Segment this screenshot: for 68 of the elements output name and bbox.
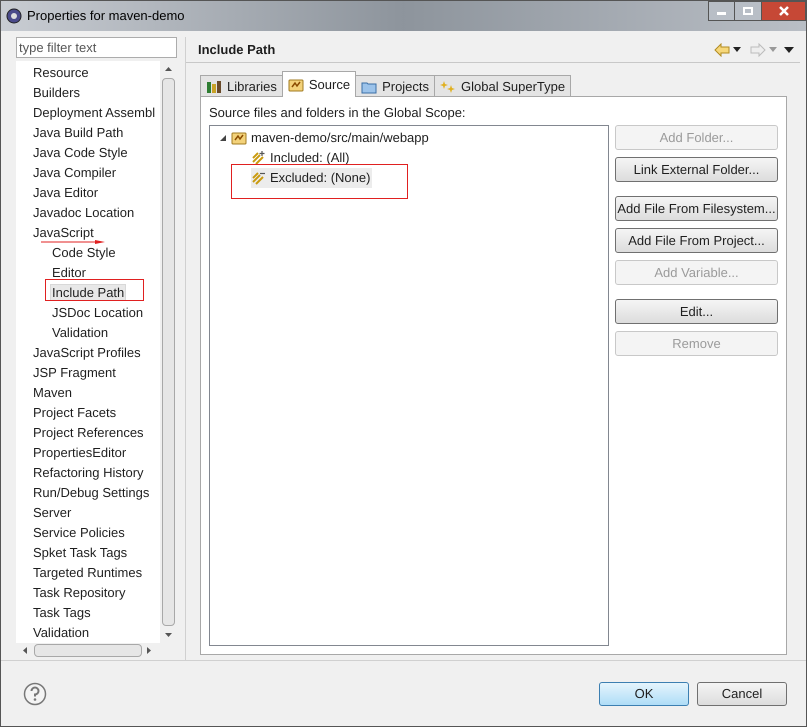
- tree-item[interactable]: Included: (All): [251, 148, 352, 168]
- sidebar-item[interactable]: JSP Fragment: [32, 364, 117, 380]
- tree-item[interactable]: maven-demo/src/main/webapp: [251, 128, 429, 148]
- sidebar-item[interactable]: JavaScript Profiles: [32, 344, 142, 360]
- vertical-scrollbar[interactable]: [160, 61, 177, 643]
- tab[interactable]: Global SuperType: [434, 75, 572, 97]
- package-folder-icon: [288, 78, 304, 92]
- scroll-down-icon: [164, 630, 173, 639]
- maximize-button[interactable]: [735, 1, 761, 21]
- sparkle-icon: [440, 80, 456, 94]
- minimize-button[interactable]: [708, 1, 735, 21]
- cancel-button[interactable]: Cancel: [697, 682, 787, 706]
- sidebar-item[interactable]: Javadoc Location: [32, 204, 136, 220]
- sidebar-item[interactable]: Run/Debug Settings: [32, 484, 150, 500]
- action-button[interactable]: Add File From Filesystem...: [615, 196, 778, 221]
- sidebar-item[interactable]: Builders: [32, 84, 81, 100]
- package-folder-icon: [231, 131, 247, 145]
- sidebar-item[interactable]: Validation: [32, 624, 90, 640]
- sidebar-item[interactable]: Java Compiler: [32, 164, 118, 180]
- scroll-up-icon: [164, 65, 173, 74]
- source-tree[interactable]: maven-demo/src/main/webapp Included: (All) Excluded: (None): [209, 125, 609, 646]
- action-button[interactable]: Add File From Project...: [615, 228, 778, 253]
- action-button[interactable]: Link External Folder...: [615, 157, 778, 182]
- tab[interactable]: Source: [282, 71, 356, 97]
- sidebar-item[interactable]: Spket Task Tags: [32, 544, 128, 560]
- sidebar-item[interactable]: Task Tags: [32, 604, 92, 620]
- sidebar-item[interactable]: Server: [32, 504, 72, 520]
- help-icon[interactable]: [23, 682, 47, 706]
- scroll-right-icon: [144, 646, 153, 655]
- sidebar-item[interactable]: JSDoc Location: [51, 304, 144, 320]
- sidebar-item[interactable]: Deployment Assembl: [32, 104, 156, 120]
- books-icon: [206, 80, 222, 94]
- tree-item[interactable]: Excluded: (None): [251, 168, 372, 188]
- sidebar-item[interactable]: Editor: [51, 264, 87, 280]
- sidebar-item[interactable]: Validation: [51, 324, 110, 340]
- include-filter-icon: [251, 150, 267, 166]
- sidebar-item[interactable]: Targeted Runtimes: [32, 564, 144, 580]
- sidebar-item[interactable]: Java Build Path: [32, 124, 124, 140]
- dropdown-icon[interactable]: [733, 46, 741, 52]
- annotation-arrow: [41, 240, 105, 244]
- sidebar-item[interactable]: Project Facets: [32, 404, 118, 420]
- tab[interactable]: Projects: [355, 75, 436, 97]
- sidebar-item[interactable]: Resource: [32, 64, 90, 80]
- tab[interactable]: Libraries: [200, 75, 283, 97]
- sidebar-item[interactable]: JavaScript: [32, 224, 95, 240]
- sidebar-item[interactable]: Service Policies: [32, 524, 126, 540]
- ok-button[interactable]: OK: [599, 682, 689, 706]
- exclude-filter-icon: [251, 170, 267, 186]
- sidebar-item[interactable]: Java Code Style: [32, 144, 129, 160]
- sidebar-item[interactable]: Include Path: [51, 284, 126, 300]
- tree-caption: Source files and folders in the Global Scope:: [209, 104, 467, 121]
- expand-triangle-icon[interactable]: [219, 134, 227, 142]
- filter-field[interactable]: type filter text: [16, 37, 177, 58]
- sidebar-item[interactable]: Project References: [32, 424, 145, 440]
- close-icon: [778, 6, 788, 16]
- sidebar-item[interactable]: Code Style: [51, 244, 117, 260]
- close-button[interactable]: [761, 1, 806, 21]
- scroll-left-icon: [21, 646, 30, 655]
- folder-icon: [361, 80, 378, 94]
- sidebar-item[interactable]: Java Editor: [32, 184, 100, 200]
- sidebar-item[interactable]: Maven: [32, 384, 74, 400]
- page-title: Include Path: [198, 40, 276, 59]
- menu-icon[interactable]: [784, 46, 794, 52]
- sidebar-item[interactable]: PropertiesEditor: [32, 444, 128, 460]
- window-title: Properties for maven-demo: [27, 7, 185, 26]
- sidebar-item[interactable]: Task Repository: [32, 584, 126, 600]
- sidebar-item[interactable]: Refactoring History: [32, 464, 145, 480]
- action-button[interactable]: Edit...: [615, 299, 778, 324]
